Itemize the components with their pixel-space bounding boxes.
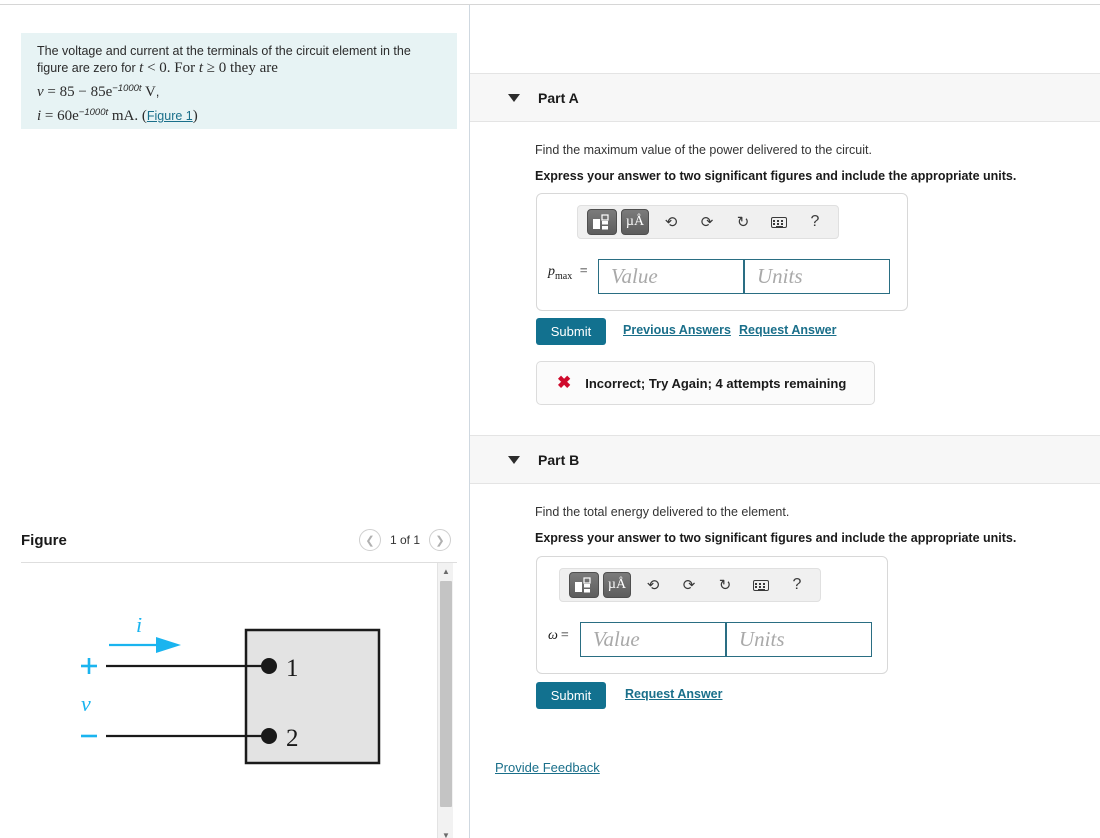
terminal-dot-1 <box>261 658 277 674</box>
figure-prev-button[interactable]: ❮ <box>358 529 381 551</box>
part-b-toolbar: µÅ ⟲ ⟳ ↻ ? <box>559 568 821 602</box>
redo-icon[interactable]: ⟳ <box>675 572 703 598</box>
figure-counter: 1 of 1 <box>389 533 420 547</box>
part-b-field-equals: = <box>560 628 569 643</box>
figure-1-link[interactable]: Figure 1 <box>147 109 193 123</box>
part-b-units-input[interactable]: Units <box>726 622 872 657</box>
caret-down-icon[interactable] <box>508 93 520 102</box>
caret-down-icon[interactable] <box>508 455 520 464</box>
equation-current-body: = 60e <box>41 108 79 125</box>
figure-navigation: ❮ 1 of 1 ❯ <box>358 529 451 551</box>
circuit-diagram: i v 1 2 <box>81 618 381 765</box>
figure-next-button[interactable]: ❯ <box>429 529 451 551</box>
part-b-instruction: Express your answer to two significant f… <box>535 531 1017 545</box>
keyboard-icon[interactable] <box>765 209 793 235</box>
terminal-dot-2 <box>261 728 277 744</box>
reset-icon[interactable]: ↻ <box>711 572 739 598</box>
terminal-label-1: 1 <box>286 655 299 682</box>
equation-current-unit: mA <box>108 108 135 125</box>
scrollbar-thumb[interactable] <box>440 581 452 807</box>
keyboard-icon[interactable] <box>747 572 775 598</box>
redo-icon[interactable]: ⟳ <box>693 209 721 235</box>
var-v: v <box>37 84 44 101</box>
part-a-value-input[interactable]: Value <box>598 259 744 294</box>
equation-current-exponent: −1000t <box>78 107 109 119</box>
scroll-down-icon[interactable]: ▼ <box>438 827 454 838</box>
part-a-answer-card: µÅ ⟲ ⟳ ↻ ? pmax = Value Units <box>536 193 908 311</box>
part-a-header[interactable]: Part A <box>470 73 1100 122</box>
figure-title: Figure <box>21 532 67 549</box>
part-a-question: Find the maximum value of the power deli… <box>535 143 872 157</box>
units-button[interactable]: µÅ <box>603 572 631 598</box>
terminal-label-2: 2 <box>286 725 299 752</box>
current-arrow-head <box>156 637 181 653</box>
part-a-feedback: ✖ Incorrect; Try Again; 4 attempts remai… <box>536 361 875 405</box>
help-icon[interactable]: ? <box>801 209 829 235</box>
part-b-question: Find the total energy delivered to the e… <box>535 505 790 519</box>
part-b-value-input[interactable]: Value <box>580 622 726 657</box>
equation-voltage-exponent: −1000t <box>112 83 142 94</box>
part-a-field-equals: = <box>579 264 588 279</box>
part-a-feedback-text: Incorrect; Try Again; 4 attempts remaini… <box>585 375 847 391</box>
equation-current-close: ) <box>192 108 198 125</box>
figure-scrollbar[interactable]: ▲ ▼ <box>437 563 453 838</box>
current-label: i <box>136 618 142 637</box>
problem-line-1: The voltage and current at the terminals… <box>37 44 411 58</box>
x-mark-icon: ✖ <box>557 373 572 392</box>
undo-icon[interactable]: ⟲ <box>657 209 685 235</box>
units-button[interactable]: µÅ <box>621 209 649 235</box>
equation-voltage-end: , <box>155 85 160 100</box>
part-a-label: Part A <box>538 89 579 106</box>
part-a-units-placeholder: Units <box>757 264 803 288</box>
figure-header: Figure ❮ 1 of 1 ❯ <box>21 529 457 563</box>
part-a-submit-button[interactable]: Submit <box>536 318 606 345</box>
part-b-submit-button[interactable]: Submit <box>536 682 606 709</box>
part-b-label: Part B <box>538 451 580 468</box>
problem-line-2: figure are zero for t < 0. For t ≥ 0 the… <box>37 60 443 77</box>
equation-current: i = 60e−1000t mA. (Figure 1) <box>37 104 443 125</box>
part-b-request-answer-link[interactable]: Request Answer <box>625 687 722 701</box>
equation-voltage: v = 85 − 85e−1000t V, <box>37 80 443 101</box>
figure-viewport: i v 1 2 <box>21 563 457 838</box>
part-a-value-placeholder: Value <box>611 264 658 288</box>
part-a-units-input[interactable]: Units <box>744 259 890 294</box>
part-a-instruction: Express your answer to two significant f… <box>535 169 1017 183</box>
problem-line-2-mid: < 0. For <box>143 60 199 76</box>
part-b-field-symbol: ω <box>548 628 558 643</box>
problem-statement: The voltage and current at the terminals… <box>21 33 457 129</box>
scroll-up-icon[interactable]: ▲ <box>438 563 454 579</box>
part-a-toolbar: µÅ ⟲ ⟳ ↻ ? <box>577 205 839 239</box>
reset-icon[interactable]: ↻ <box>729 209 757 235</box>
part-a-request-answer-link[interactable]: Request Answer <box>739 323 836 337</box>
part-a-field-label: pmax = <box>548 264 588 282</box>
page-root: The voltage and current at the terminals… <box>0 0 1100 838</box>
math-template-button[interactable] <box>569 572 599 598</box>
part-a-previous-answers-link[interactable]: Previous Answers <box>623 323 731 337</box>
part-b-field-label: ω = <box>548 628 569 644</box>
math-template-button[interactable] <box>587 209 617 235</box>
part-a-field-symbol: p <box>548 264 555 279</box>
math-template-icon <box>593 213 609 229</box>
undo-icon[interactable]: ⟲ <box>639 572 667 598</box>
right-panel: Part A Find the maximum value of the pow… <box>470 5 1100 838</box>
equation-current-end: . ( <box>134 108 147 125</box>
voltage-label: v <box>81 691 91 716</box>
part-b-value-placeholder: Value <box>593 627 640 651</box>
provide-feedback-link[interactable]: Provide Feedback <box>495 760 600 775</box>
equation-voltage-unit: V <box>141 84 156 101</box>
math-template-icon <box>575 576 591 592</box>
part-b-header[interactable]: Part B <box>470 435 1100 484</box>
problem-line-2-post: ≥ 0 they are <box>203 60 278 76</box>
help-icon[interactable]: ? <box>783 572 811 598</box>
left-panel: The voltage and current at the terminals… <box>0 5 469 838</box>
part-a-field-subscript: max <box>555 270 573 282</box>
part-b-answer-card: µÅ ⟲ ⟳ ↻ ? ω = Value Units <box>536 556 888 674</box>
problem-line-2-pre: figure are zero for <box>37 61 140 75</box>
equation-voltage-body: = 85 − 85e <box>43 84 113 101</box>
part-b-units-placeholder: Units <box>739 627 785 651</box>
